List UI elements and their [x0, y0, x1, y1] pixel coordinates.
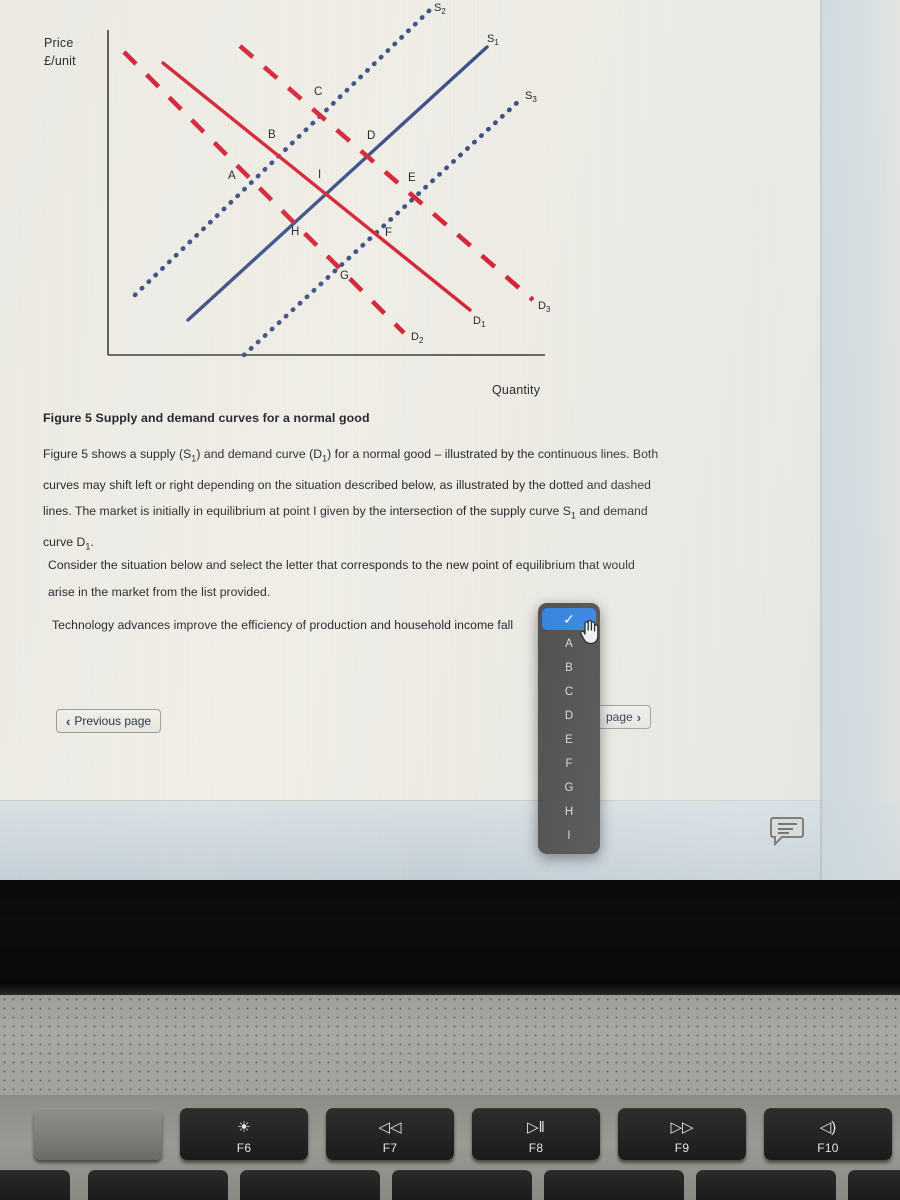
curve-S2: [132, 5, 435, 298]
rewind-icon: ◁◁: [378, 1119, 402, 1136]
key-f8[interactable]: ▷‖ F8: [472, 1108, 600, 1160]
chevron-left-icon: ‹: [66, 713, 71, 729]
f8-label: F8: [528, 1141, 544, 1155]
figure-description: Figure 5 shows a supply (S1) and demand …: [43, 447, 659, 552]
speaker-grille: [0, 995, 900, 1095]
dropdown-option-d[interactable]: D: [542, 704, 596, 728]
key-row2-6[interactable]: [696, 1170, 836, 1200]
curve-S1: [186, 45, 489, 322]
dropdown-option-b[interactable]: B: [542, 656, 596, 680]
f9-label: F9: [674, 1141, 690, 1155]
next-page-label: page: [606, 710, 633, 724]
curve-label-S1: S1: [487, 33, 499, 48]
key-f6[interactable]: ☀ F6: [180, 1108, 308, 1160]
supply-demand-chart: Price £/unit Quantity S2 S1 S3 D1 D2 D3 …: [0, 0, 700, 405]
f6-label: F6: [236, 1141, 252, 1155]
point-label-F: F: [385, 227, 393, 239]
hand-cursor-icon: [580, 619, 599, 644]
screenshot-root: Price £/unit Quantity S2 S1 S3 D1 D2 D3 …: [0, 0, 900, 1200]
fast-forward-icon: ▷▷: [670, 1119, 694, 1136]
keyboard-backlight-icon: ☀: [237, 1119, 251, 1136]
key-f5[interactable]: F5: [34, 1108, 162, 1160]
laptop-speaker-deck: [0, 995, 900, 1095]
chart-svg: [107, 5, 545, 358]
play-pause-icon: ▷‖: [527, 1119, 545, 1136]
curve-label-D1: D1: [473, 315, 486, 330]
previous-page-label: Previous page: [74, 714, 152, 728]
key-f10[interactable]: ◁) F10: [764, 1108, 892, 1160]
page-footer-area: [0, 801, 900, 880]
next-page-button[interactable]: page ›: [596, 705, 652, 729]
point-label-B: B: [268, 129, 276, 141]
f10-label: F10: [817, 1141, 839, 1155]
curve-D2: [122, 50, 406, 335]
mute-icon: ◁): [819, 1119, 837, 1136]
curve-label-D3: D3: [538, 300, 551, 315]
checkmark-icon: ✓: [563, 611, 575, 627]
key-row2-5[interactable]: [544, 1170, 684, 1200]
laptop-screen: Price £/unit Quantity S2 S1 S3 D1 D2 D3 …: [0, 0, 900, 880]
quiz-page: Price £/unit Quantity S2 S1 S3 D1 D2 D3 …: [0, 0, 822, 800]
chevron-right-icon: ›: [636, 709, 642, 725]
curve-label-S2: S2: [434, 2, 446, 17]
figure-title: Figure 5 Supply and demand curves for a …: [43, 411, 370, 425]
curve-label-D2: D2: [411, 331, 424, 346]
key-f7[interactable]: ◁◁ F7: [326, 1108, 454, 1160]
key-row2-2[interactable]: [88, 1170, 228, 1200]
key-row2-4[interactable]: [392, 1170, 532, 1200]
previous-page-button[interactable]: ‹ Previous page: [56, 709, 162, 733]
dropdown-option-i[interactable]: I: [542, 824, 596, 848]
laptop-hinge: [0, 985, 900, 995]
curve-label-S3: S3: [525, 90, 537, 105]
point-label-A: A: [228, 170, 236, 182]
point-label-E: E: [408, 172, 416, 184]
key-f9[interactable]: ▷▷ F9: [618, 1108, 746, 1160]
y-axis-label: Price £/unit: [44, 36, 76, 69]
question-scenario: Technology advances improve the efficien…: [52, 618, 514, 632]
dropdown-option-e[interactable]: E: [542, 728, 596, 752]
screen-right-reflection: [822, 0, 900, 880]
dropdown-option-c[interactable]: C: [542, 680, 596, 704]
point-label-C: C: [314, 86, 323, 98]
key-row2-1[interactable]: [0, 1170, 70, 1200]
question-instruction: Consider the situation below and select …: [48, 558, 635, 599]
point-label-H: H: [291, 226, 300, 238]
dropdown-option-h[interactable]: H: [542, 800, 596, 824]
point-label-D: D: [367, 130, 376, 142]
x-axis-label: Quantity: [492, 383, 541, 397]
key-row2-7[interactable]: [848, 1170, 900, 1200]
point-label-I: I: [318, 169, 322, 181]
feedback-bubble-icon[interactable]: [770, 816, 804, 846]
point-label-G: G: [340, 270, 349, 282]
screen-bezel: MacBook: [0, 880, 900, 985]
dropdown-option-f[interactable]: F: [542, 752, 596, 776]
f7-label: F7: [382, 1141, 398, 1155]
key-row2-3[interactable]: [240, 1170, 380, 1200]
f5-label: F5: [90, 1141, 106, 1155]
curve-D3: [238, 44, 535, 302]
dropdown-option-g[interactable]: G: [542, 776, 596, 800]
